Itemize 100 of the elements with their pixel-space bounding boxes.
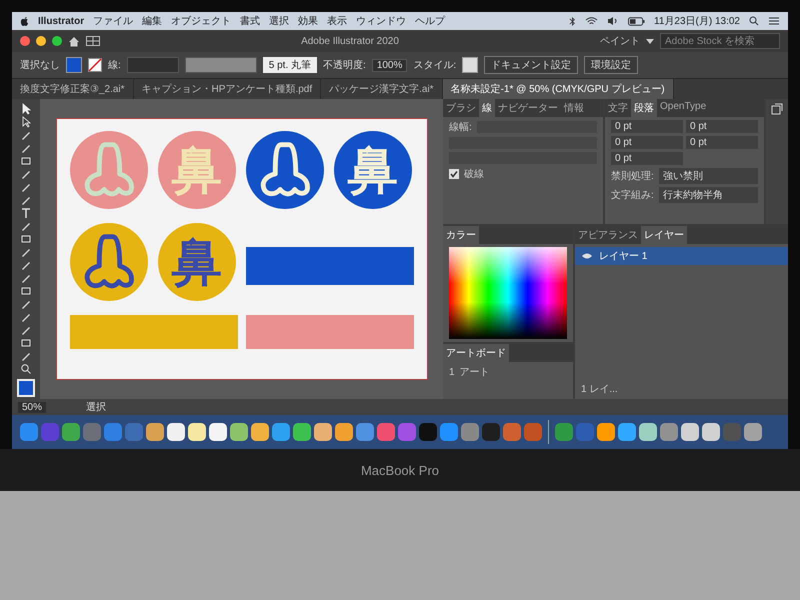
tool-icon[interactable] (20, 168, 32, 180)
wifi-icon[interactable] (585, 16, 598, 26)
panel-tab[interactable]: カラー (443, 226, 479, 244)
app-icon[interactable] (314, 423, 332, 441)
app-icon[interactable] (146, 423, 164, 441)
stock-search-field[interactable]: Adobe Stock を検索 (660, 33, 780, 49)
toolbar-button[interactable]: ドキュメント設定 (484, 56, 578, 74)
app-icon[interactable] (597, 423, 615, 441)
style-swatch[interactable] (462, 57, 478, 73)
indent-field[interactable]: 0 pt (611, 152, 683, 165)
caret-icon[interactable] (646, 38, 654, 44)
tool-icon[interactable] (20, 181, 32, 193)
app-icon[interactable] (293, 423, 311, 441)
selection-tool-icon[interactable] (20, 103, 32, 115)
tool-icon[interactable] (20, 155, 32, 167)
panel-tab[interactable]: ブラシ (443, 99, 479, 117)
tool-icon[interactable] (20, 233, 32, 245)
menu-item[interactable]: 表示 (327, 14, 348, 28)
tool-icon[interactable] (20, 142, 32, 154)
menu-item[interactable]: 選択 (269, 14, 290, 28)
artboard-name[interactable]: アート (460, 365, 490, 379)
document-tab[interactable]: 名称未設定-1* @ 50% (CMYK/GPU プレビュー) (442, 79, 674, 99)
panel-tab[interactable]: 線 (479, 99, 495, 117)
apple-logo-icon[interactable] (20, 16, 29, 26)
stroke-none-swatch[interactable] (88, 58, 102, 72)
kinsoku-dropdown[interactable]: 強い禁則 (658, 168, 758, 184)
bluetooth-icon[interactable] (569, 16, 576, 26)
panel-tab[interactable]: OpenType (657, 99, 710, 117)
stroke-weight-field[interactable] (126, 57, 179, 73)
menu-item[interactable]: 編集 (142, 14, 162, 28)
opacity-label: 不透明度: (323, 58, 366, 72)
tool-icon[interactable] (20, 220, 32, 232)
color-spectrum[interactable] (449, 247, 567, 339)
tool-icon[interactable] (20, 285, 32, 297)
home-icon[interactable] (68, 36, 80, 46)
toolbar-button[interactable]: 環境設定 (584, 56, 638, 74)
maximize-button[interactable] (52, 36, 62, 46)
menu-item[interactable]: ヘルプ (415, 14, 446, 28)
menu-clock[interactable]: 11月23日(月) 13:02 (654, 14, 740, 28)
variable-width-field[interactable] (184, 57, 257, 73)
app-icon[interactable] (702, 423, 720, 441)
panel-tab[interactable]: アピアランス (575, 226, 641, 244)
app-icon[interactable] (639, 423, 657, 441)
app-icon[interactable] (230, 423, 248, 441)
panel-tab[interactable]: ナビゲーター (495, 99, 561, 117)
close-button[interactable] (20, 36, 30, 46)
brand-label: MacBook Pro (360, 462, 440, 478)
minimize-button[interactable] (36, 36, 46, 46)
tool-icon[interactable] (20, 129, 32, 141)
app-icon[interactable] (188, 423, 206, 441)
tool-icon[interactable] (20, 324, 32, 336)
app-menu[interactable]: Illustrator (38, 16, 84, 26)
panel-tab[interactable]: 段落 (631, 99, 657, 117)
search-icon[interactable] (749, 16, 759, 26)
panel-icon[interactable] (771, 103, 783, 115)
zoom-tool-icon[interactable] (20, 363, 32, 375)
menu-item[interactable]: ウィンドウ (356, 14, 406, 28)
workspace-dropdown[interactable]: ペイント (600, 34, 640, 48)
dash-checkbox[interactable] (449, 169, 459, 179)
menu-item[interactable]: オブジェクト (171, 14, 232, 28)
app-icon[interactable] (681, 423, 699, 441)
opacity-field[interactable]: 100% (372, 58, 408, 72)
menu-item[interactable]: 書式 (240, 14, 260, 28)
tool-icon[interactable] (20, 337, 32, 349)
app-icon[interactable] (744, 423, 762, 441)
fill-swatch[interactable] (66, 57, 82, 73)
mojikumi-dropdown[interactable]: 行末約物半角 (658, 187, 758, 203)
indent-field[interactable]: 0 pt (611, 136, 683, 149)
workspace-grid-icon[interactable] (86, 36, 100, 46)
battery-icon[interactable] (628, 16, 646, 26)
tool-icon[interactable] (20, 311, 32, 323)
tool-icon[interactable] (20, 194, 32, 206)
indent-field[interactable]: 0 pt (686, 120, 758, 133)
app-icon[interactable] (618, 423, 636, 441)
panel-tab[interactable]: アートボード (443, 344, 509, 362)
type-tool-icon[interactable] (20, 207, 32, 219)
panel-tab[interactable]: レイヤー (641, 226, 687, 244)
tool-icon[interactable] (20, 259, 32, 271)
zoom-field[interactable]: 50% (18, 402, 46, 412)
layer-row[interactable]: レイヤー 1 (575, 247, 788, 265)
app-icon[interactable] (251, 423, 269, 441)
brush-dropdown[interactable]: 5 pt. 丸筆 (262, 57, 318, 73)
selection-tool-icon[interactable] (20, 116, 32, 128)
panel-tab[interactable]: 文字 (605, 99, 631, 117)
indent-field[interactable]: 0 pt (686, 136, 758, 149)
menu-item[interactable]: ファイル (93, 14, 134, 28)
tool-icon[interactable] (20, 298, 32, 310)
eye-icon[interactable] (581, 252, 593, 260)
app-icon[interactable] (335, 423, 353, 441)
indent-field[interactable]: 0 pt (611, 120, 683, 133)
list-icon[interactable] (768, 16, 780, 26)
fill-stroke-swatch[interactable] (17, 379, 35, 397)
menu-item[interactable]: 効果 (298, 14, 318, 28)
app-icon[interactable] (167, 423, 185, 441)
app-icon[interactable] (209, 423, 227, 441)
kanji-character: 鼻 (347, 142, 398, 199)
panel-tab[interactable]: 情報 (561, 99, 587, 117)
volume-icon[interactable] (607, 16, 620, 26)
tool-icon[interactable] (20, 246, 32, 258)
tool-icon[interactable] (20, 272, 32, 284)
